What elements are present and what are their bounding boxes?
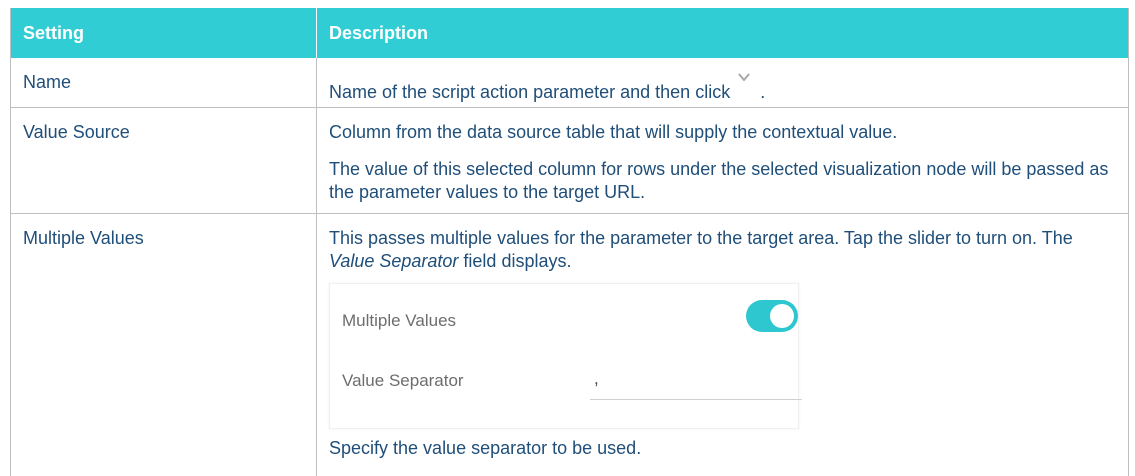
mv-desc-a: This passes multiple values for the para… — [329, 228, 1073, 248]
name-desc-end: . — [760, 82, 766, 102]
mv-desc-after: Specify the value separator to be used. — [329, 438, 642, 458]
multiple-values-toggle[interactable] — [746, 300, 798, 332]
header-setting: Setting — [11, 8, 317, 58]
multiple-values-panel: Multiple Values Value Separator , — [329, 283, 802, 429]
table-row: Multiple Values This passes multiple val… — [11, 214, 1128, 476]
header-description: Description — [329, 23, 429, 43]
value-separator-label: Value Separator — [342, 371, 464, 390]
table-row: Name Name of the script action parameter… — [11, 58, 1128, 108]
value-source-desc-2: The value of this selected column for ro… — [329, 159, 1109, 202]
name-desc-text: Name of the script action parameter and … — [329, 82, 731, 102]
description-name: Name of the script action parameter and … — [317, 58, 1128, 107]
description-multiple-values: This passes multiple values for the para… — [317, 214, 1128, 476]
toggle-knob — [770, 304, 794, 328]
value-source-desc-1: Column from the data source table that w… — [329, 122, 898, 142]
setting-name: Name — [11, 58, 317, 107]
multiple-values-label: Multiple Values — [342, 311, 457, 330]
table-header: Setting Description — [11, 8, 1128, 58]
table-row: Value Source Column from the data source… — [11, 108, 1128, 214]
chevron-down-icon — [730, 73, 760, 100]
settings-table: Setting Description Name Name of the scr… — [10, 8, 1129, 476]
mv-desc-b: field displays. — [458, 251, 572, 271]
value-separator-input[interactable]: , — [590, 364, 802, 400]
multiple-values-desc: This passes multiple values for the para… — [329, 227, 1116, 273]
setting-value-source: Value Source — [11, 108, 317, 213]
setting-multiple-values: Multiple Values — [11, 214, 317, 476]
description-value-source: Column from the data source table that w… — [317, 108, 1128, 213]
mv-desc-em: Value Separator — [329, 251, 459, 271]
